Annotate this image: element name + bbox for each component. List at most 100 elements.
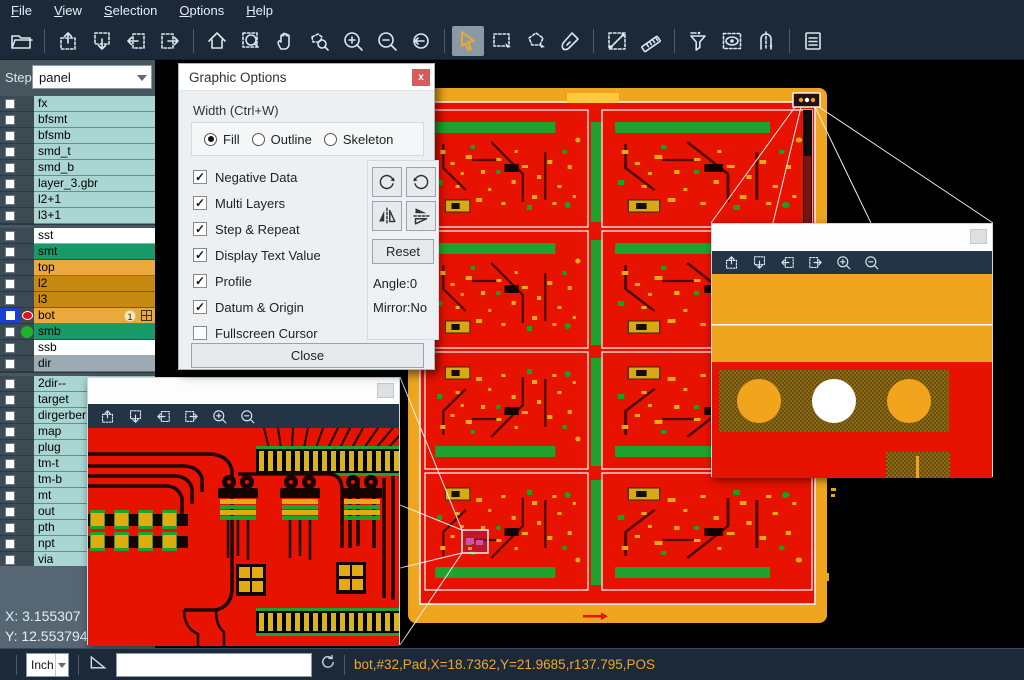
pan-down-button[interactable] bbox=[746, 252, 772, 274]
layer-row-top[interactable]: top bbox=[0, 260, 155, 276]
layer-row-layer_3.gbr[interactable]: layer_3.gbr bbox=[0, 176, 155, 192]
layer-checkbox[interactable] bbox=[0, 392, 20, 408]
layer-checkbox[interactable] bbox=[0, 276, 20, 292]
brush-button[interactable] bbox=[554, 26, 586, 56]
layer-name[interactable]: ssb bbox=[34, 340, 155, 356]
layer-checkbox[interactable] bbox=[0, 308, 20, 324]
layer-name[interactable]: bfsmt bbox=[34, 112, 155, 128]
layer-row-bot[interactable]: bot1 bbox=[0, 308, 155, 324]
zoom-window-right-view[interactable] bbox=[712, 274, 992, 478]
menu-file[interactable]: File bbox=[0, 0, 43, 22]
pan-down-button[interactable] bbox=[86, 26, 118, 56]
layer-checkbox[interactable] bbox=[0, 440, 20, 456]
layer-checkbox[interactable] bbox=[0, 324, 20, 340]
measure-distance-button[interactable] bbox=[601, 26, 633, 56]
zoom-out-button[interactable] bbox=[371, 26, 403, 56]
pan-up-button[interactable] bbox=[718, 252, 744, 274]
zoom-window-right-titlebar[interactable] bbox=[712, 224, 992, 251]
layer-checkbox[interactable] bbox=[0, 424, 20, 440]
zoom-previous-button[interactable] bbox=[405, 26, 437, 56]
zoom-in-button[interactable] bbox=[830, 252, 856, 274]
checkbox-profile[interactable]: ✓Profile bbox=[193, 268, 321, 294]
layer-checkbox[interactable] bbox=[0, 192, 20, 208]
zoom-window-left[interactable] bbox=[87, 377, 400, 645]
layer-name[interactable]: l3+1 bbox=[34, 208, 155, 224]
checkbox-step-repeat[interactable]: ✓Step & Repeat bbox=[193, 216, 321, 242]
layer-checkbox[interactable] bbox=[0, 96, 20, 112]
layer-checkbox[interactable] bbox=[0, 356, 20, 372]
layer-row-ssb[interactable]: ssb bbox=[0, 340, 155, 356]
pan-up-button[interactable] bbox=[94, 405, 120, 427]
layer-row-l2[interactable]: l2 bbox=[0, 276, 155, 292]
layer-checkbox[interactable] bbox=[0, 504, 20, 520]
layer-name[interactable]: l2+1 bbox=[34, 192, 155, 208]
menu-options[interactable]: Options bbox=[168, 0, 235, 22]
layer-checkbox[interactable] bbox=[0, 228, 20, 244]
dialog-titlebar[interactable]: Graphic Options x bbox=[179, 64, 434, 91]
pan-left-button[interactable] bbox=[774, 252, 800, 274]
window-button[interactable] bbox=[970, 229, 987, 244]
pan-down-button[interactable] bbox=[122, 405, 148, 427]
layer-checkbox[interactable] bbox=[0, 292, 20, 308]
layer-checkbox[interactable] bbox=[0, 376, 20, 392]
layer-row-bfsmb[interactable]: bfsmb bbox=[0, 128, 155, 144]
layer-row-smd_b[interactable]: smd_b bbox=[0, 160, 155, 176]
layer-row-smd_t[interactable]: smd_t bbox=[0, 144, 155, 160]
checkbox-datum-origin[interactable]: ✓Datum & Origin bbox=[193, 294, 321, 320]
pan-right-button[interactable] bbox=[154, 26, 186, 56]
layer-row-smb[interactable]: smb bbox=[0, 324, 155, 340]
layer-row-l3[interactable]: l3 bbox=[0, 292, 155, 308]
layer-name[interactable]: layer_3.gbr bbox=[34, 176, 155, 192]
unit-select[interactable]: Inch bbox=[26, 653, 69, 677]
layer-name[interactable]: sst bbox=[34, 228, 155, 244]
layer-checkbox[interactable] bbox=[0, 488, 20, 504]
layer-checkbox[interactable] bbox=[0, 260, 20, 276]
layer-checkbox[interactable] bbox=[0, 128, 20, 144]
radio-skeleton[interactable]: Skeleton bbox=[312, 132, 394, 147]
filter-button[interactable] bbox=[682, 26, 714, 56]
pan-up-button[interactable] bbox=[52, 26, 84, 56]
pan-left-button[interactable] bbox=[120, 26, 152, 56]
layer-checkbox[interactable] bbox=[0, 472, 20, 488]
home-button[interactable] bbox=[201, 26, 233, 56]
layer-name[interactable]: bfsmb bbox=[34, 128, 155, 144]
select-rectangle-button[interactable] bbox=[486, 26, 518, 56]
zoom-window-left-view[interactable] bbox=[88, 428, 399, 646]
menu-help[interactable]: Help bbox=[235, 0, 284, 22]
layer-name[interactable]: smt bbox=[34, 244, 155, 260]
zoom-polygon-button[interactable] bbox=[303, 26, 335, 56]
layer-checkbox[interactable] bbox=[0, 408, 20, 424]
pan-left-button[interactable] bbox=[150, 405, 176, 427]
layer-name[interactable]: smd_b bbox=[34, 160, 155, 176]
layer-row-smt[interactable]: smt bbox=[0, 244, 155, 260]
layer-name[interactable]: fx bbox=[34, 96, 155, 112]
layer-row-dir[interactable]: dir bbox=[0, 356, 155, 372]
reset-button[interactable]: Reset bbox=[372, 239, 434, 264]
snap-button[interactable] bbox=[750, 26, 782, 56]
layer-checkbox[interactable] bbox=[0, 520, 20, 536]
zoom-out-button[interactable] bbox=[234, 405, 260, 427]
layer-checkbox[interactable] bbox=[0, 160, 20, 176]
layer-name[interactable]: l3 bbox=[34, 292, 155, 308]
refresh-icon[interactable] bbox=[319, 653, 337, 676]
layer-name[interactable]: bot1 bbox=[34, 308, 155, 324]
layer-checkbox[interactable] bbox=[0, 244, 20, 260]
rotate-ccw-button[interactable] bbox=[406, 167, 436, 197]
checkbox-negative-data[interactable]: ✓Negative Data bbox=[193, 164, 321, 190]
ruler-button[interactable] bbox=[635, 26, 667, 56]
layer-name[interactable]: top bbox=[34, 260, 155, 276]
view-eye-button[interactable] bbox=[716, 26, 748, 56]
select-polygon-button[interactable] bbox=[520, 26, 552, 56]
layer-row-sst[interactable]: sst bbox=[0, 228, 155, 244]
checkbox-display-text-value[interactable]: ✓Display Text Value bbox=[193, 242, 321, 268]
radio-fill[interactable]: Fill bbox=[192, 132, 240, 147]
layer-checkbox[interactable] bbox=[0, 144, 20, 160]
zoom-in-button[interactable] bbox=[206, 405, 232, 427]
flip-vertical-button[interactable] bbox=[406, 201, 436, 231]
layer-name[interactable]: smd_t bbox=[34, 144, 155, 160]
zoom-window-button[interactable] bbox=[235, 26, 267, 56]
rotate-cw-button[interactable] bbox=[372, 167, 402, 197]
menu-view[interactable]: View bbox=[43, 0, 93, 22]
pan-right-button[interactable] bbox=[178, 405, 204, 427]
layer-checkbox[interactable] bbox=[0, 176, 20, 192]
